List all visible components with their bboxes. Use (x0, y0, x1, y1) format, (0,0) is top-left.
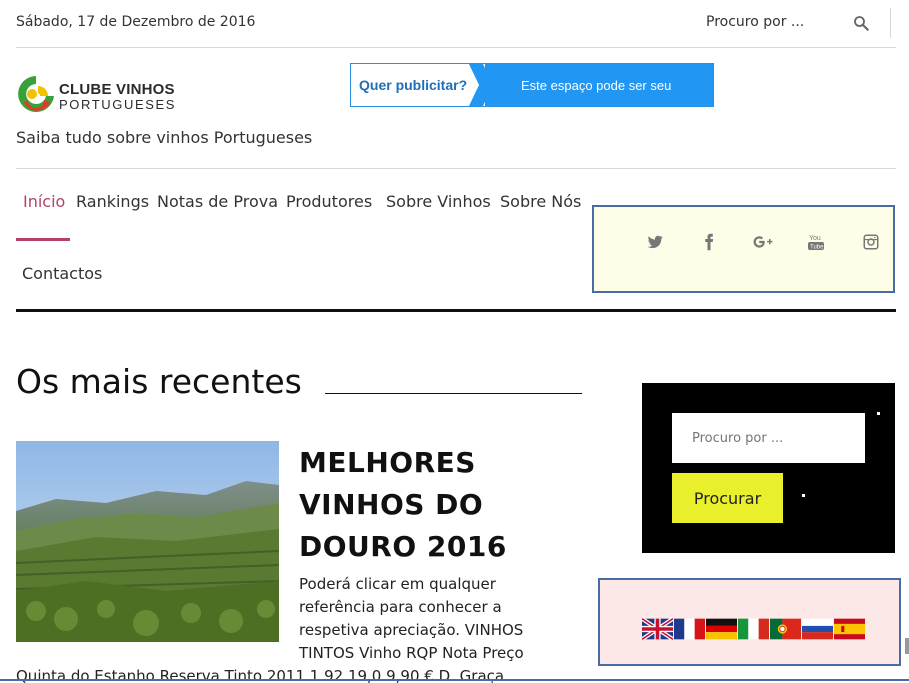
widget-dot (877, 412, 880, 415)
search-widget: Procurar (642, 383, 895, 553)
vineyard-image (16, 441, 279, 642)
ad-left-text: Quer publicitar? (359, 77, 468, 93)
footer-edge-line (0, 679, 909, 681)
excerpt-line: Poderá clicar em qualquer (299, 575, 496, 593)
google-plus-icon[interactable] (752, 233, 774, 251)
top-divider (890, 8, 891, 38)
search-icon[interactable] (852, 14, 870, 32)
nav-item-rankings[interactable]: Rankings (76, 192, 149, 211)
twitter-icon[interactable] (646, 233, 664, 251)
flag-italy-icon[interactable] (738, 617, 769, 641)
widget-dot (802, 494, 805, 497)
nav-item-sobre-nos[interactable]: Sobre Nós (500, 192, 581, 211)
ad-banner-left: Quer publicitar? (351, 64, 483, 106)
svg-text:You: You (809, 235, 821, 242)
flag-france-icon[interactable] (674, 617, 705, 641)
excerpt-line: respetiva apreciação. VINHOS (299, 621, 524, 639)
top-search-input[interactable]: Procuro por ... (706, 14, 804, 30)
flag-germany-icon[interactable] (706, 617, 737, 641)
header-divider (16, 168, 896, 169)
language-selector (598, 578, 901, 666)
logo-mark-icon (18, 76, 55, 112)
article-title-line: DOURO 2016 (299, 530, 507, 563)
article-title[interactable]: MELHORES VINHOS DO DOURO 2016 (299, 442, 589, 568)
svg-text:Tube: Tube (810, 245, 824, 251)
article-title-line: VINHOS DO (299, 488, 484, 521)
nav-active-underline (16, 238, 70, 241)
excerpt-line: referência para conhecer a (299, 598, 502, 616)
flag-portugal-icon[interactable] (770, 617, 801, 641)
widget-search-input[interactable] (672, 413, 865, 463)
ad-banner-right: Este espaço pode ser seu (485, 64, 713, 106)
excerpt-line: TINTOS Vinho RQP Nota Preço (299, 644, 524, 662)
logo-subtitle: PORTUGUESES (59, 97, 177, 112)
nav-item-sobre-vinhos[interactable]: Sobre Vinhos (386, 192, 491, 211)
section-title: Os mais recentes (16, 362, 302, 401)
ad-right-text: Este espaço pode ser seu (521, 78, 672, 93)
social-links: You Tube (592, 205, 895, 293)
flag-spain-icon[interactable] (834, 617, 865, 641)
article-thumbnail[interactable] (16, 441, 279, 642)
site-tagline: Saiba tudo sobre vinhos Portugueses (16, 128, 313, 147)
top-bar: Sábado, 17 de Dezembro de 2016 Procuro p… (16, 0, 896, 48)
instagram-icon[interactable] (862, 233, 880, 251)
article-excerpt: Poderá clicar em qualquer referência par… (299, 573, 599, 665)
ad-arrow-icon (469, 64, 493, 106)
nav-item-produtores[interactable]: Produtores (286, 192, 372, 211)
article-title-line: MELHORES (299, 446, 476, 479)
youtube-icon[interactable]: You Tube (808, 233, 824, 251)
nav-item-notas-de-prova[interactable]: Notas de Prova (157, 192, 278, 211)
flag-uk-icon[interactable] (642, 617, 673, 641)
flag-russia-icon[interactable] (802, 617, 833, 641)
facebook-icon[interactable] (700, 233, 718, 251)
current-date: Sábado, 17 de Dezembro de 2016 (16, 14, 256, 30)
logo-title: CLUBE VINHOS (59, 81, 175, 98)
scrollbar-thumb[interactable] (905, 638, 909, 654)
nav-item-inicio[interactable]: Início (23, 192, 65, 211)
section-title-rule (325, 393, 582, 394)
search-button[interactable]: Procurar (672, 473, 783, 523)
site-logo[interactable]: CLUBE VINHOS PORTUGUESES (16, 72, 176, 120)
nav-bottom-border (16, 309, 896, 312)
ad-banner[interactable]: Este espaço pode ser seu Quer publicitar… (350, 63, 714, 107)
nav-item-contactos[interactable]: Contactos (22, 264, 102, 283)
